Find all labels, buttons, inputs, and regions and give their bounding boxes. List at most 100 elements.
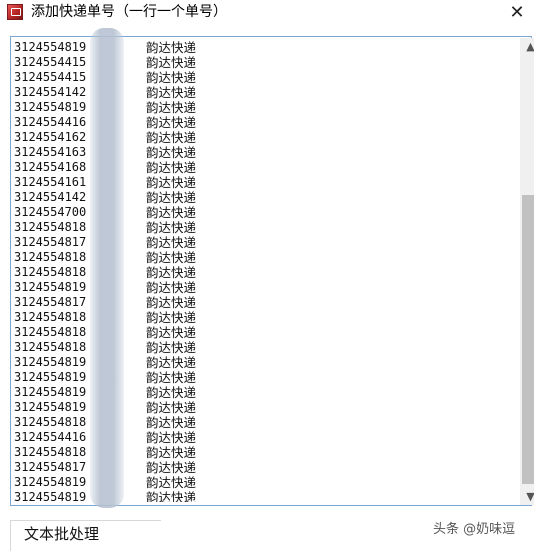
courier-name: 韵达快递 [146,115,197,130]
tracking-line: 3124554818 韵达快递 [14,310,506,325]
courier-name: 韵达快递 [146,370,197,385]
courier-name: 韵达快递 [146,265,197,280]
privacy-blur-overlay [90,28,124,508]
tracking-number: 3124554819 [14,280,87,294]
scrollbar-thumb[interactable] [522,195,534,484]
tracking-line: 3124554818 韵达快递 [14,340,506,355]
tracking-line: 3124554819 韵达快递 [14,370,506,385]
courier-name: 韵达快递 [146,250,197,265]
courier-name: 韵达快递 [146,430,197,445]
tracking-number: 3124554819 [14,355,87,369]
tracking-line: 3124554168 韵达快递 [14,160,506,175]
tracking-line: 3124554818 韵达快递 [14,250,506,265]
tracking-number: 3124554162 [14,130,87,144]
tracking-line: 3124554819 韵达快递 [14,400,506,415]
courier-name: 韵达快递 [146,205,197,220]
tracking-line: 3124554819 韵达快递 [14,385,506,400]
chevron-up-icon: ▲ [526,40,534,53]
tracking-number: 3124554142 [14,85,87,99]
tracking-number: 3124554163 [14,145,87,159]
tracking-number: 3124554817 [14,295,87,309]
courier-name: 韵达快递 [146,85,197,100]
tracking-number: 3124554818 [14,445,87,459]
tracking-number: 3124554818 [14,415,87,429]
window-title: 添加快递单号（一行一个单号） [31,4,227,20]
batch-processing-label: 文本批处理 [22,525,102,543]
tracking-number: 3124554700 [14,205,87,219]
tracking-numbers-textarea[interactable]: 3124554819 韵达快递 3124554415 韵达快递 3124554415 韵达… [10,36,534,506]
tracking-line: 3124554818 韵达快递 [14,415,506,430]
tracking-number: 3124554818 [14,325,87,339]
tracking-number: 3124554819 [14,370,87,384]
courier-name: 韵达快递 [146,160,197,175]
tracking-line: 3124554817 韵达快递 [14,235,506,250]
tracking-number: 3124554818 [14,310,87,324]
tracking-number: 3124554819 [14,40,87,54]
close-button[interactable]: ✕ [500,0,534,26]
tracking-number: 3124554818 [14,265,87,279]
watermark-text: 头条 @奶味逗 [433,522,516,537]
tracking-number: 3124554819 [14,385,87,399]
tracking-line: 3124554818 韵达快递 [14,265,506,280]
footer: 文本批处理 头条 @奶味逗 [0,512,534,551]
tracking-line: 3124554818 韵达快递 [14,220,506,235]
tracking-line: 3124554700 韵达快递 [14,205,506,220]
tracking-line: 3124554819 韵达快递 [14,490,506,502]
courier-name: 韵达快递 [146,400,197,415]
courier-name: 韵达快递 [146,130,197,145]
tracking-number: 3124554416 [14,430,87,444]
tracking-line: 3124554818 韵达快递 [14,325,506,340]
tracking-line: 3124554819 韵达快递 [14,475,506,490]
scroll-up-button[interactable]: ▲ [521,38,534,55]
tracking-line: 3124554819 韵达快递 [14,40,506,55]
tracking-number: 3124554819 [14,475,87,489]
tracking-number: 3124554817 [14,235,87,249]
tracking-line: 3124554415 韵达快递 [14,70,506,85]
courier-name: 韵达快递 [146,325,197,340]
tracking-number: 3124554168 [14,160,87,174]
tracking-number: 3124554416 [14,115,87,129]
courier-name: 韵达快递 [146,355,197,370]
courier-name: 韵达快递 [146,415,197,430]
tracking-line: 3124554818 韵达快递 [14,445,506,460]
courier-name: 韵达快递 [146,40,197,55]
courier-name: 韵达快递 [146,220,197,235]
courier-name: 韵达快递 [146,190,197,205]
tracking-line: 3124554161 韵达快递 [14,175,506,190]
tracking-line: 3124554416 韵达快递 [14,115,506,130]
tracking-line: 3124554416 韵达快递 [14,430,506,445]
tracking-number: 3124554818 [14,250,87,264]
tracking-number: 3124554819 [14,100,87,114]
tracking-line: 3124554817 韵达快递 [14,295,506,310]
tracking-number-lines: 3124554819 韵达快递 3124554415 韵达快递 3124554415 韵达… [14,40,506,502]
tracking-line: 3124554415 韵达快递 [14,55,506,70]
tracking-number: 3124554142 [14,190,87,204]
tracking-line: 3124554142 韵达快递 [14,85,506,100]
scroll-down-button[interactable]: ▼ [521,488,534,505]
courier-name: 韵达快递 [146,145,197,160]
tracking-line: 3124554162 韵达快递 [14,130,506,145]
tracking-line: 3124554163 韵达快递 [14,145,506,160]
courier-name: 韵达快递 [146,310,197,325]
courier-name: 韵达快递 [146,385,197,400]
courier-name: 韵达快递 [146,490,197,502]
tracking-number: 3124554415 [14,70,87,84]
courier-name: 韵达快递 [146,340,197,355]
tracking-number: 3124554161 [14,175,87,189]
courier-name: 韵达快递 [146,100,197,115]
tracking-line: 3124554142 韵达快递 [14,190,506,205]
courier-name: 韵达快递 [146,460,197,475]
chevron-down-icon: ▼ [526,490,534,503]
tracking-number: 3124554818 [14,220,87,234]
tracking-number: 3124554415 [14,55,87,69]
courier-name: 韵达快递 [146,235,197,250]
tracking-line: 3124554819 韵达快递 [14,100,506,115]
vertical-scrollbar[interactable]: ▲ ▼ [520,38,534,505]
tracking-line: 3124554819 韵达快递 [14,280,506,295]
courier-name: 韵达快递 [146,175,197,190]
close-icon: ✕ [509,2,525,23]
courier-name: 韵达快递 [146,295,197,310]
tracking-number: 3124554819 [14,490,87,502]
tracking-number: 3124554817 [14,460,87,474]
courier-name: 韵达快递 [146,70,197,85]
